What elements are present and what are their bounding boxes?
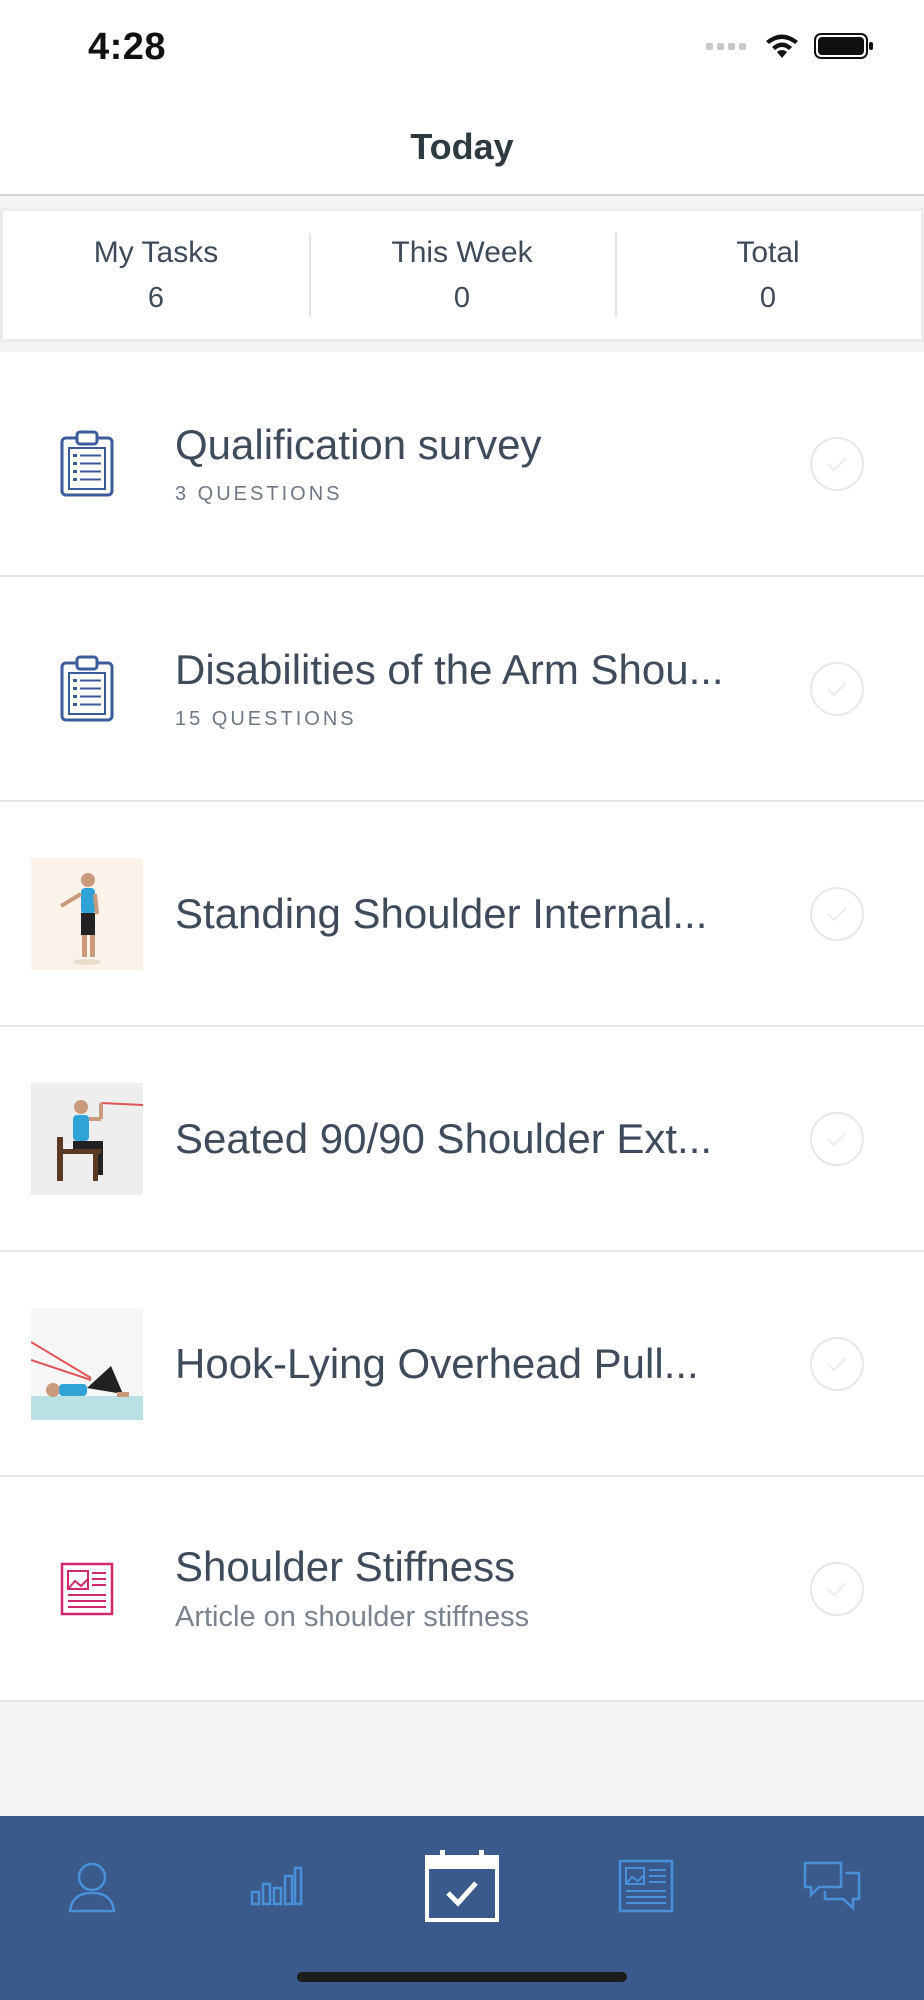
task-subtitle: Article on shoulder stiffness xyxy=(175,1601,530,1633)
stat-label: Total xyxy=(736,235,800,269)
complete-check-button[interactable] xyxy=(810,1562,864,1616)
status-bar: 4:28 xyxy=(0,0,924,100)
tab-today[interactable] xyxy=(412,1846,512,1926)
stat-my-tasks: My Tasks 6 xyxy=(3,211,309,339)
chart-icon xyxy=(250,1866,303,1906)
article-icon xyxy=(618,1859,674,1913)
task-subtitle: 15 QUESTIONS xyxy=(175,708,357,730)
navigation-bar: Today xyxy=(0,100,924,196)
stat-value: 6 xyxy=(147,281,165,314)
exercise-photo xyxy=(31,858,143,970)
complete-check-button[interactable] xyxy=(810,887,864,941)
stat-value: 0 xyxy=(759,281,777,314)
task-title: Disabilities of the Arm Shou... xyxy=(175,646,724,693)
wifi-icon xyxy=(766,34,798,58)
calendar-check-icon xyxy=(425,1850,499,1922)
task-title: Qualification survey xyxy=(175,421,542,468)
complete-check-button[interactable] xyxy=(810,437,864,491)
complete-check-button[interactable] xyxy=(810,662,864,716)
exercise-photo xyxy=(31,1308,143,1420)
status-icons xyxy=(706,32,874,60)
check-icon xyxy=(827,1357,847,1372)
task-list: Qualification survey 3 QUESTIONS Disabil… xyxy=(0,352,924,1702)
task-item-shoulder-stiffness-article[interactable]: Shoulder Stiffness Article on shoulder s… xyxy=(0,1477,924,1702)
check-icon xyxy=(827,1582,847,1597)
complete-check-button[interactable] xyxy=(810,1112,864,1166)
check-icon xyxy=(827,682,847,697)
status-time: 4:28 xyxy=(88,26,167,68)
task-title: Standing Shoulder Internal... xyxy=(175,889,708,937)
tab-profile[interactable] xyxy=(42,1846,142,1926)
stats-summary: My Tasks 6 This Week 0 Total 0 xyxy=(0,208,924,342)
check-icon xyxy=(827,907,847,922)
task-title: Seated 90/90 Shoulder Ext... xyxy=(175,1114,713,1162)
exercise-photo xyxy=(31,1083,143,1195)
article-icon xyxy=(31,1533,143,1645)
tab-progress[interactable] xyxy=(226,1846,326,1926)
clipboard-icon xyxy=(31,633,143,745)
tab-library[interactable] xyxy=(596,1846,696,1926)
profile-icon xyxy=(68,1862,116,1913)
stat-this-week: This Week 0 xyxy=(309,211,615,339)
check-icon xyxy=(827,457,847,472)
stat-label: This Week xyxy=(391,235,533,269)
cellular-signal-icon xyxy=(706,42,746,50)
stat-total: Total 0 xyxy=(615,211,921,339)
task-subtitle: 3 QUESTIONS xyxy=(175,483,343,505)
check-icon xyxy=(827,1132,847,1147)
task-item-hook-lying-overhead-pull[interactable]: Hook-Lying Overhead Pull... xyxy=(0,1252,924,1477)
tab-messages[interactable] xyxy=(782,1846,882,1926)
battery-icon xyxy=(814,33,873,59)
task-item-standing-shoulder-internal[interactable]: Standing Shoulder Internal... xyxy=(0,802,924,1027)
complete-check-button[interactable] xyxy=(810,1337,864,1391)
task-item-seated-shoulder-ext[interactable]: Seated 90/90 Shoulder Ext... xyxy=(0,1027,924,1252)
task-title: Shoulder Stiffness xyxy=(175,1543,516,1590)
stat-label: My Tasks xyxy=(93,235,219,269)
home-indicator[interactable] xyxy=(297,1972,627,1982)
task-item-disabilities-survey[interactable]: Disabilities of the Arm Shou... 15 QUEST… xyxy=(0,577,924,802)
stat-value: 0 xyxy=(453,281,471,314)
clipboard-icon xyxy=(31,408,143,520)
task-title: Hook-Lying Overhead Pull... xyxy=(175,1339,699,1387)
page-title: Today xyxy=(410,126,514,167)
chat-icon xyxy=(803,1861,861,1911)
task-item-qualification-survey[interactable]: Qualification survey 3 QUESTIONS xyxy=(0,352,924,577)
